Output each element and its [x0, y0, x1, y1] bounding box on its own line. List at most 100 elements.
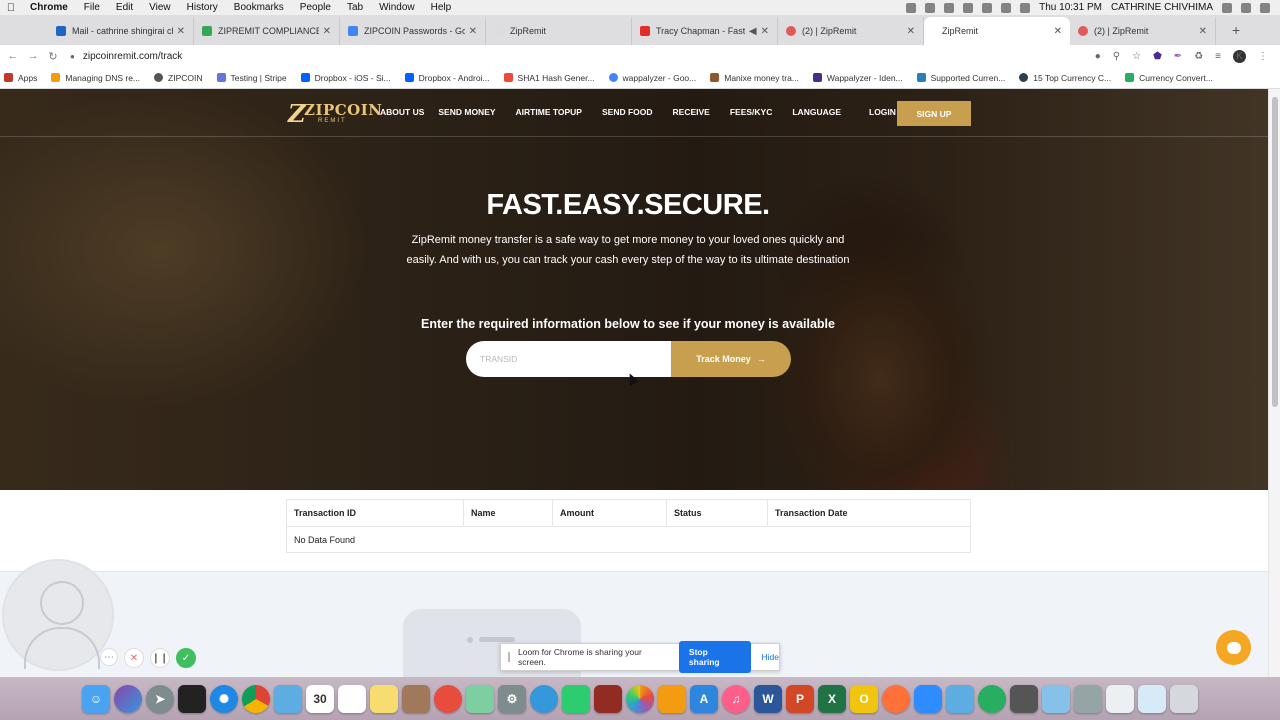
- spotlight-icon[interactable]: [1222, 2, 1232, 13]
- menu-people[interactable]: People: [292, 2, 339, 13]
- menu-help[interactable]: Help: [423, 2, 460, 13]
- close-tab-icon[interactable]: ✕: [1199, 26, 1207, 37]
- finder-icon[interactable]: ☺: [82, 684, 110, 713]
- screen-icon[interactable]: [434, 684, 462, 713]
- close-tab-icon[interactable]: ✕: [1054, 26, 1062, 37]
- scrollbar-thumb[interactable]: [1272, 97, 1278, 407]
- tab-zipremit-3[interactable]: (2) | ZipRemit ✕: [1070, 17, 1216, 45]
- maps-icon[interactable]: [466, 684, 494, 713]
- url-field[interactable]: zipcoinremit.com/track: [83, 51, 182, 62]
- dots-icon[interactable]: [982, 2, 993, 13]
- ibooks-icon[interactable]: [658, 684, 686, 713]
- itunes-icon[interactable]: ♫: [722, 684, 750, 713]
- zoom-icon[interactable]: [914, 684, 942, 713]
- close-tab-icon[interactable]: ✕: [323, 26, 331, 37]
- safari-icon[interactable]: ✺: [210, 684, 238, 713]
- bookmark-currency-converter[interactable]: Currency Convert...: [1125, 73, 1213, 83]
- nav-send-money[interactable]: SEND MONEY: [438, 107, 495, 117]
- forward-arrow-icon[interactable]: →: [26, 50, 40, 62]
- loom-cancel-icon[interactable]: ✕: [124, 648, 144, 668]
- track-money-button[interactable]: Track Money →: [671, 341, 791, 377]
- photo-booth-icon[interactable]: [594, 684, 622, 713]
- nav-language[interactable]: LANGUAGE: [792, 107, 841, 117]
- bookmark-dns[interactable]: Managing DNS re...: [51, 73, 140, 83]
- zoom-icon[interactable]: ⚲: [1113, 51, 1120, 62]
- gmail-icon[interactable]: [944, 2, 955, 13]
- tab-zipremit-active[interactable]: ZipRemit ✕: [924, 17, 1070, 45]
- signup-button[interactable]: SIGN UP: [897, 101, 971, 126]
- bolt-icon[interactable]: [963, 2, 974, 13]
- menu-tab[interactable]: Tab: [339, 2, 371, 13]
- siri-menu-icon[interactable]: [1241, 2, 1251, 13]
- automator-icon[interactable]: [1074, 684, 1102, 713]
- reload-icon[interactable]: ↻: [46, 50, 60, 63]
- menu-bookmarks[interactable]: Bookmarks: [226, 2, 292, 13]
- transaction-id-input[interactable]: [466, 341, 671, 377]
- bookmark-manixe[interactable]: Manixe money tra...: [710, 73, 799, 83]
- new-tab-icon[interactable]: +: [1232, 22, 1240, 38]
- wifi-icon[interactable]: [1001, 2, 1012, 13]
- microphone-icon[interactable]: [906, 2, 917, 13]
- battery-icon[interactable]: [1020, 2, 1031, 13]
- menu-file[interactable]: File: [76, 2, 108, 13]
- menu-kebab-icon[interactable]: ⋮: [1258, 51, 1268, 62]
- extension-shield-icon[interactable]: ⬟: [1153, 51, 1162, 62]
- calculator-icon[interactable]: [1010, 684, 1038, 713]
- terminal-icon[interactable]: [178, 684, 206, 713]
- loom-finish-icon[interactable]: ✓: [176, 648, 196, 668]
- nav-airtime-topup[interactable]: AIRTIME TOPUP: [516, 107, 582, 117]
- profile-avatar[interactable]: K: [1233, 49, 1246, 63]
- loom-camera-bubble[interactable]: [2, 559, 114, 671]
- tab-compliance[interactable]: ZIPREMIT COMPLIANCE DO✕: [194, 17, 340, 45]
- bookmark-stripe[interactable]: Testing | Stripe: [216, 73, 287, 83]
- nav-about-us[interactable]: ABOUT US: [380, 107, 424, 117]
- user-name[interactable]: CATHRINE CHIVHIMA: [1111, 2, 1213, 13]
- outlook-icon[interactable]: O: [850, 684, 878, 713]
- photos-icon[interactable]: [626, 684, 654, 713]
- chat-launcher-button[interactable]: [1216, 630, 1251, 665]
- notes-icon[interactable]: [370, 684, 398, 713]
- hide-button[interactable]: Hide: [762, 652, 779, 662]
- apple-icon[interactable]: : [0, 2, 22, 14]
- clock[interactable]: Thu 10:31 PM: [1039, 2, 1102, 13]
- powerpoint-icon[interactable]: P: [786, 684, 814, 713]
- page-scrollbar[interactable]: [1268, 89, 1280, 677]
- calendar-icon[interactable]: 30: [306, 684, 334, 713]
- stop-sharing-button[interactable]: Stop sharing: [678, 641, 751, 673]
- siri-icon[interactable]: [114, 684, 142, 713]
- bookmark-wappalyzer-google[interactable]: wappalyzer - Goo...: [608, 73, 696, 83]
- documents-icon[interactable]: [1106, 684, 1134, 713]
- bookmark-supported-currencies[interactable]: Supported Curren...: [916, 73, 1005, 83]
- microphone-icon[interactable]: ●: [1095, 51, 1101, 62]
- bookmark-wappalyzer[interactable]: Wappalyzer - Iden...: [812, 73, 903, 83]
- nav-send-food[interactable]: SEND FOOD: [602, 107, 653, 117]
- teams-icon[interactable]: [946, 684, 974, 713]
- nav-fees-kyc[interactable]: FEES/KYC: [730, 107, 773, 117]
- tab-passwords[interactable]: ZIPCOIN Passwords - Goog✕: [340, 17, 486, 45]
- word-icon[interactable]: W: [754, 684, 782, 713]
- star-icon[interactable]: ☆: [1132, 51, 1141, 62]
- menu-history[interactable]: History: [179, 2, 226, 13]
- nav-login[interactable]: LOGIN: [869, 107, 896, 117]
- close-tab-icon[interactable]: ✕: [177, 26, 185, 37]
- menu-edit[interactable]: Edit: [108, 2, 141, 13]
- close-tab-icon[interactable]: ✕: [469, 26, 477, 37]
- bookmark-apps[interactable]: Apps: [4, 73, 37, 83]
- files-icon[interactable]: [1138, 684, 1166, 713]
- close-tab-icon[interactable]: ✕: [907, 26, 915, 37]
- lock-icon[interactable]: ●: [70, 52, 75, 61]
- facetime-icon[interactable]: [562, 684, 590, 713]
- bookmark-sha1[interactable]: SHA1 Hash Gener...: [503, 73, 595, 83]
- menu-window[interactable]: Window: [371, 2, 423, 13]
- app-store-icon[interactable]: A: [690, 684, 718, 713]
- tab-zipremit-2[interactable]: (2) | ZipRemit ✕: [778, 17, 924, 45]
- chrome-icon[interactable]: [242, 684, 270, 713]
- firefox-icon[interactable]: [882, 684, 910, 713]
- system-preferences-icon[interactable]: ⚙: [498, 684, 526, 713]
- excel-icon[interactable]: X: [818, 684, 846, 713]
- notification-center-icon[interactable]: [1260, 2, 1270, 13]
- menu-view[interactable]: View: [141, 2, 179, 13]
- audio-icon[interactable]: ◀︎: [749, 26, 757, 37]
- loom-pause-icon[interactable]: ❙❙: [150, 648, 170, 668]
- books-icon[interactable]: [402, 684, 430, 713]
